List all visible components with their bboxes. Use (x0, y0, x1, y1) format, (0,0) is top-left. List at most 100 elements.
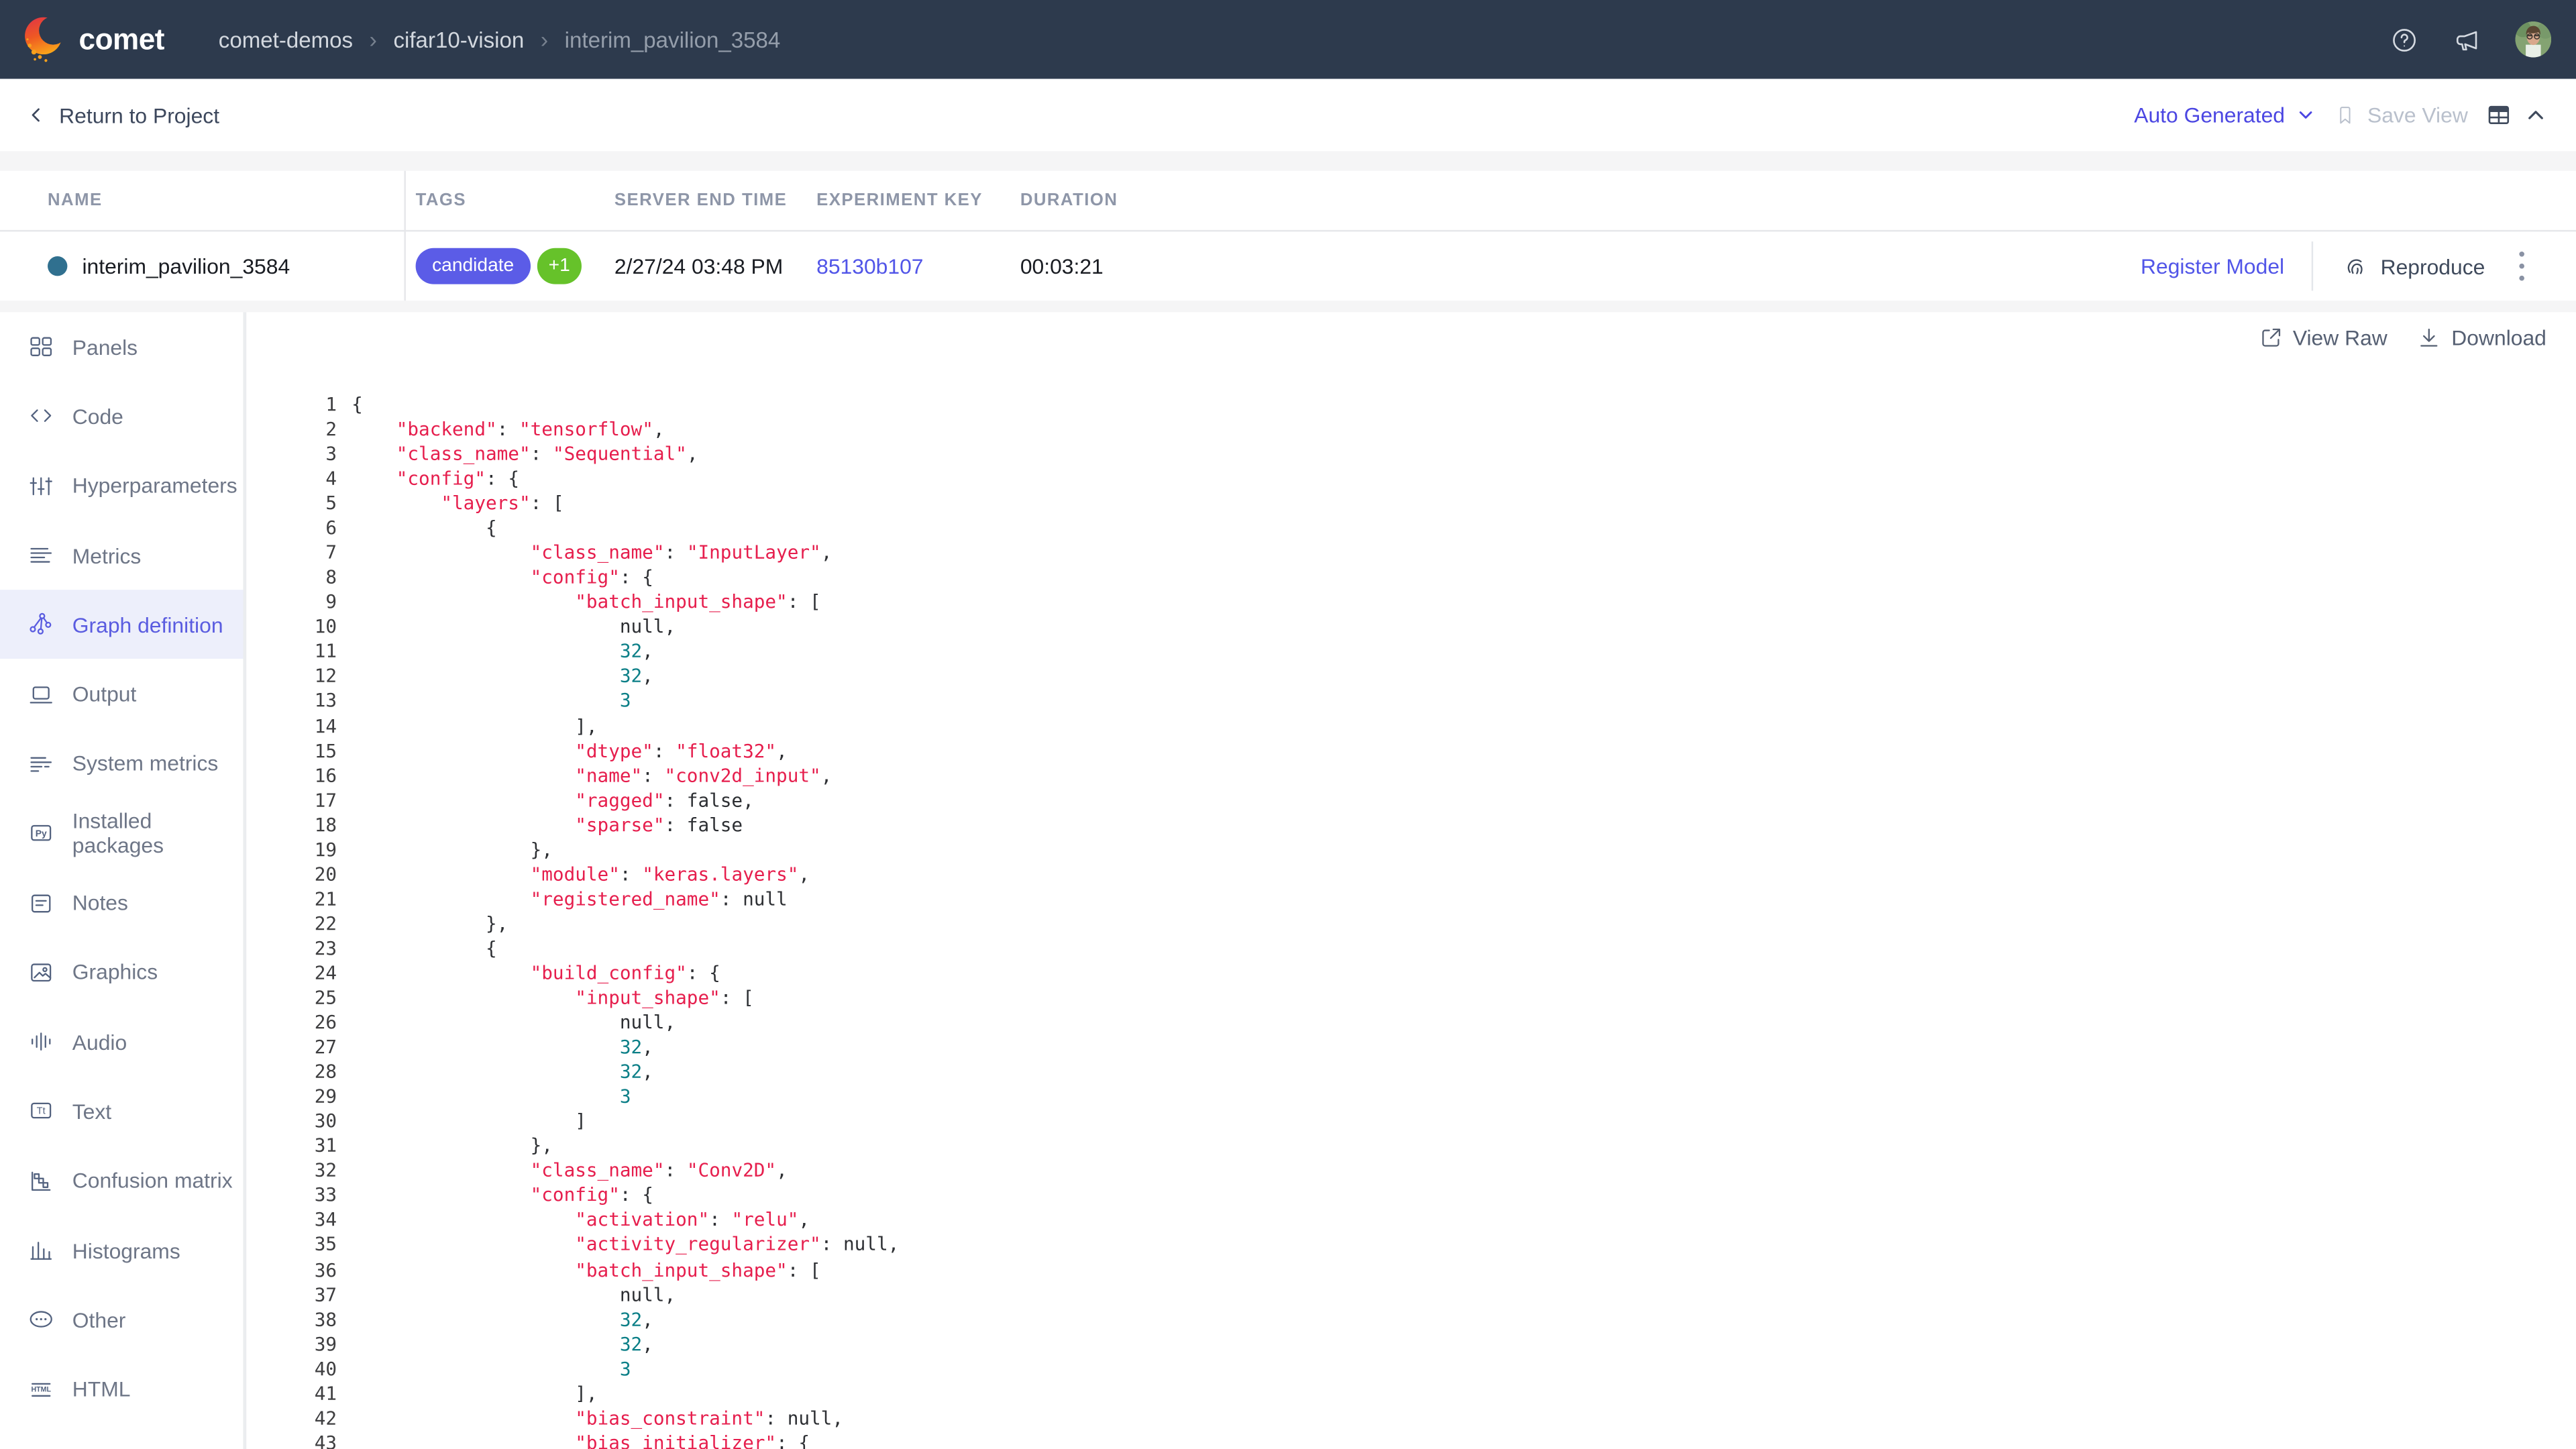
code-line: 26 null, (246, 1010, 2576, 1035)
sidebar-item-audio[interactable]: Audio (0, 1007, 243, 1077)
line-number: 32 (246, 1159, 337, 1183)
sidebar-item-notes[interactable]: Notes (0, 868, 243, 938)
code-line: 23 { (246, 936, 2576, 961)
line-number: 20 (246, 862, 337, 887)
code-text: "batch_input_shape": [ (352, 1258, 821, 1283)
main-area: PanelsCode Hyperparameters MetricsGraph de… (0, 312, 2576, 1449)
line-number: 35 (246, 1233, 337, 1258)
breadcrumb-item: interim_pavilion_3584 (565, 27, 781, 52)
installed-packages-icon: Py (28, 820, 54, 847)
line-number: 7 (246, 541, 337, 566)
hyperparameters-icon (28, 473, 54, 499)
code-line: 5 "layers": [ (246, 491, 2576, 516)
code-line: 17 "ragged": false, (246, 788, 2576, 813)
code-text: "config": { (352, 566, 653, 590)
code-text: "activity_regularizer": null, (352, 1233, 899, 1258)
code-line: 41 ], (246, 1381, 2576, 1406)
code-text: { (352, 516, 497, 541)
view-selector-dropdown[interactable]: Auto Generated (2134, 103, 2314, 127)
sidebar-item-histograms[interactable]: Histograms (0, 1216, 243, 1285)
sidebar-item-label: Installed packages (72, 808, 244, 857)
breadcrumb-separator-icon: › (370, 28, 377, 51)
code-text: "input_shape": [ (352, 985, 754, 1010)
line-number: 19 (246, 837, 337, 862)
announcements-icon[interactable] (2453, 25, 2481, 54)
code-text: null, (352, 1010, 676, 1035)
reproduce-label: Reproduce (2381, 254, 2485, 278)
view-raw-button[interactable]: View Raw (2258, 325, 2387, 350)
help-icon[interactable] (2390, 25, 2418, 54)
download-button[interactable]: Download (2417, 325, 2546, 350)
code-line: 33 "config": { (246, 1183, 2576, 1208)
column-header-duration[interactable]: DURATION (1020, 191, 1118, 210)
sidebar-item-system-metrics[interactable]: System metrics (0, 729, 243, 799)
line-number: 22 (246, 912, 337, 936)
line-number: 3 (246, 442, 337, 467)
line-number: 12 (246, 664, 337, 689)
line-number: 25 (246, 985, 337, 1010)
table-view-icon[interactable] (2485, 102, 2512, 128)
sidebar-item-label: Notes (72, 890, 128, 915)
code-text: "backend": "tensorflow", (352, 417, 664, 442)
register-model-button[interactable]: Register Model (2141, 254, 2284, 278)
comet-logo[interactable]: comet (23, 15, 164, 63)
breadcrumb-item[interactable]: comet-demos (219, 27, 353, 52)
graph-definition-code[interactable]: 1{2 "backend": "tensorflow",3 "class_nam… (246, 392, 2576, 1449)
experiment-table: NAME TAGS SERVER END TIME EXPERIMENT KEY DUR… (0, 171, 2576, 301)
code-text: ], (352, 1381, 597, 1406)
experiment-key-link[interactable]: 85130b107 (816, 254, 923, 278)
experiment-row[interactable]: interim_pavilion_3584 candidate+1 2/27/2… (0, 231, 2576, 301)
column-header-name[interactable]: NAME (48, 191, 103, 210)
experiment-name[interactable]: interim_pavilion_3584 (82, 254, 290, 278)
code-text: 32, (352, 1035, 653, 1060)
breadcrumb-item[interactable]: cifar10-vision (393, 27, 524, 52)
tag-pill[interactable]: +1 (537, 248, 582, 284)
sidebar-item-installed-packages[interactable]: Py Installed packages (0, 798, 243, 868)
sidebar-item-hyperparameters[interactable]: Hyperparameters (0, 451, 243, 521)
row-menu-kebab-icon[interactable] (2515, 248, 2528, 284)
panels-icon (28, 333, 54, 360)
sidebar-item-label: Hyperparameters (72, 474, 237, 498)
code-text: "config": { (352, 1183, 653, 1208)
comet-logo-icon (23, 15, 67, 63)
column-header-experiment-key[interactable]: EXPERIMENT KEY (816, 191, 983, 210)
view-raw-label: View Raw (2293, 325, 2387, 350)
column-header-server-end-time[interactable]: SERVER END TIME (614, 191, 787, 210)
sidebar-item-graphics[interactable]: Graphics (0, 938, 243, 1008)
collapse-header-chevron-up-icon[interactable] (2525, 105, 2546, 126)
sidebar-item-panels[interactable]: Panels (0, 312, 243, 382)
line-number: 13 (246, 689, 337, 714)
sidebar-item-metrics[interactable]: Metrics (0, 521, 243, 590)
return-to-project-button[interactable]: Return to Project (26, 103, 219, 127)
line-number: 43 (246, 1431, 337, 1449)
code-line: 21 "registered_name": null (246, 887, 2576, 912)
code-text: }, (352, 1134, 553, 1159)
graph-definition-panel: View Raw Download 1{2 "backend": "tensor… (246, 312, 2576, 1449)
code-text: "registered_name": null (352, 887, 788, 912)
reproduce-button[interactable]: Reproduce (2343, 253, 2485, 279)
column-header-tags[interactable]: TAGS (416, 191, 466, 210)
sidebar-item-text[interactable]: TtText (0, 1077, 243, 1146)
code-line: 31 }, (246, 1134, 2576, 1159)
code-line: 28 32, (246, 1060, 2576, 1085)
code-text: 32, (352, 640, 653, 665)
code-line: 9 "batch_input_shape": [ (246, 590, 2576, 615)
code-text: 3 (352, 1085, 631, 1110)
save-view-button[interactable]: Save View (2334, 103, 2468, 127)
code-line: 13 3 (246, 689, 2576, 714)
sidebar-item-html[interactable]: HTMLHTML (0, 1354, 243, 1424)
sidebar-item-other[interactable]: Other (0, 1285, 243, 1354)
code-line: 42 "bias_constraint": null, (246, 1406, 2576, 1431)
sidebar-item-code[interactable]: Code (0, 382, 243, 451)
code-text: "class_name": "Conv2D", (352, 1159, 788, 1183)
user-avatar[interactable] (2515, 21, 2551, 58)
actions-divider (2312, 241, 2313, 290)
sidebar-item-output[interactable]: Output (0, 659, 243, 729)
line-number: 21 (246, 887, 337, 912)
sidebar-item-graph-definition[interactable]: Graph definition (0, 590, 243, 660)
code-text: "dtype": "float32", (352, 739, 788, 763)
tag-pill[interactable]: candidate (416, 248, 531, 284)
line-number: 14 (246, 714, 337, 739)
sidebar-item-confusion-matrix[interactable]: Confusion matrix (0, 1146, 243, 1216)
html-icon: HTML (28, 1376, 54, 1402)
